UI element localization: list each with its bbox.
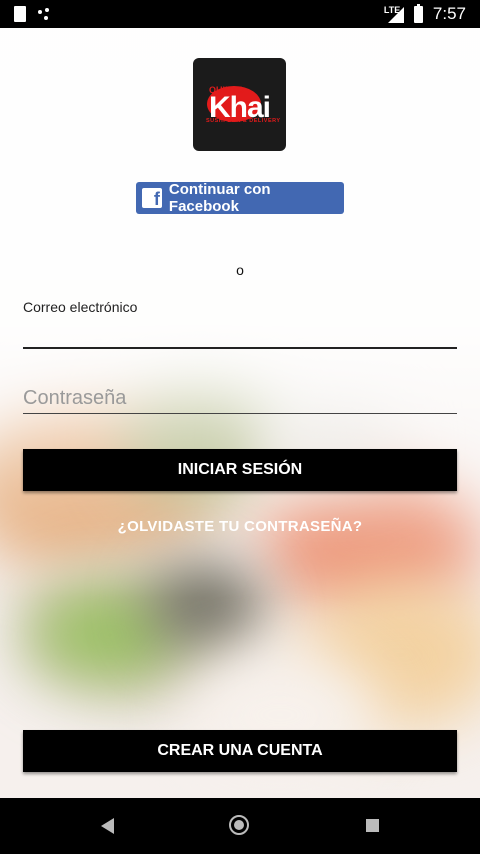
assistant-dots-icon xyxy=(36,6,52,22)
password-field[interactable] xyxy=(23,384,457,412)
clock: 7:57 xyxy=(432,4,466,23)
status-bar: LTE 7:57 xyxy=(0,0,480,28)
network-type: LTE xyxy=(383,5,401,15)
password-underline xyxy=(23,413,457,414)
email-underline xyxy=(23,347,457,349)
create-account-label: CREAR UNA CUENTA xyxy=(157,742,323,759)
create-account-button[interactable]: CREAR UNA CUENTA xyxy=(23,730,457,772)
sd-card-icon xyxy=(14,6,26,22)
forgot-password-link[interactable]: ¿OLVIDASTE TU CONTRASEÑA? xyxy=(0,518,480,535)
login-button[interactable]: INICIAR SESIÓN xyxy=(23,449,457,491)
facebook-login-button[interactable]: f Continuar con Facebook xyxy=(136,181,344,215)
email-field[interactable] xyxy=(23,318,457,348)
email-label: Correo electrónico xyxy=(23,299,138,315)
facebook-icon: f xyxy=(142,188,162,208)
cell-signal-icon: LTE xyxy=(384,5,404,23)
or-separator: o xyxy=(236,262,244,278)
login-button-label: INICIAR SESIÓN xyxy=(177,461,303,478)
back-icon[interactable] xyxy=(101,818,114,834)
home-icon[interactable] xyxy=(229,815,249,835)
recent-apps-icon[interactable] xyxy=(366,819,379,832)
facebook-login-label: Continuar con Facebook xyxy=(168,181,271,215)
app-logo: QUINTO Khai SUSHI BAR & DELIVERY xyxy=(193,58,286,151)
battery-icon xyxy=(413,3,423,23)
logo-sub-text: SUSHI BAR & DELIVERY xyxy=(206,118,281,124)
